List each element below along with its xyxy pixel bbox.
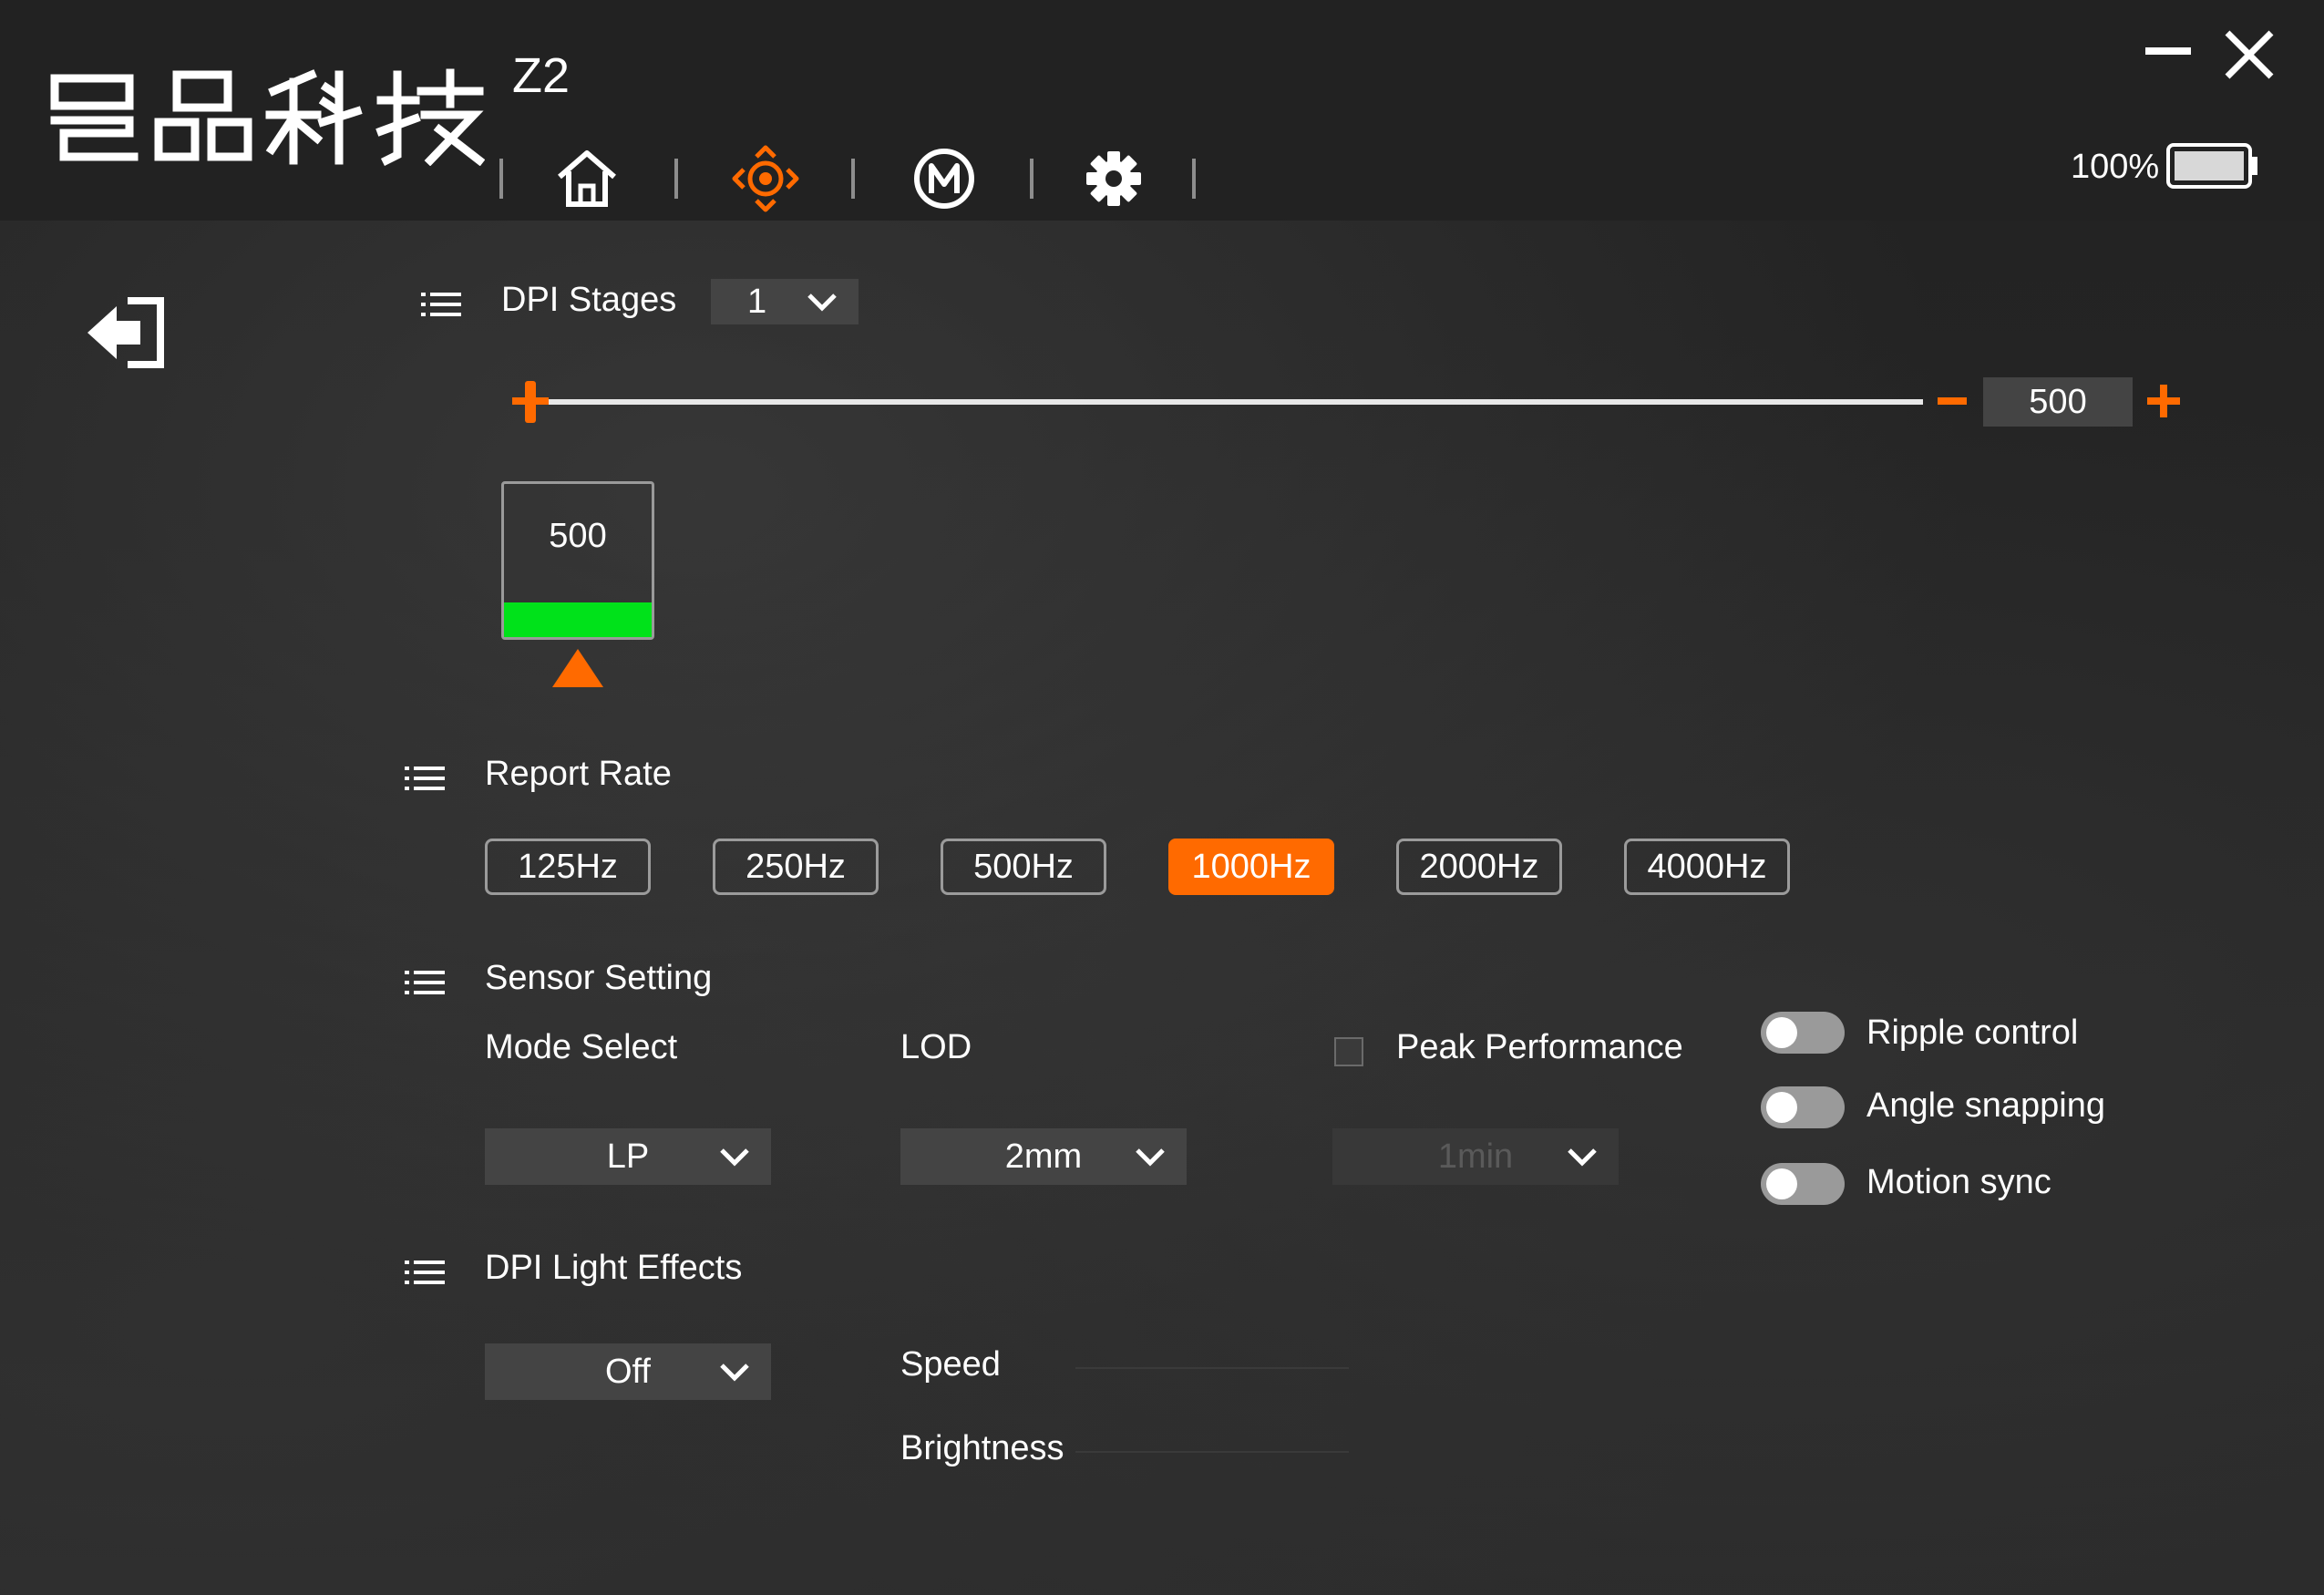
rate-4000hz-button[interactable]: 4000Hz bbox=[1624, 839, 1790, 895]
rate-125hz-button[interactable]: 125Hz bbox=[485, 839, 651, 895]
light-effect-value: Off bbox=[605, 1352, 651, 1391]
toggle-knob bbox=[1766, 1168, 1797, 1199]
speed-label: Speed bbox=[900, 1345, 1001, 1384]
battery-icon bbox=[2166, 143, 2257, 189]
move-arrows-icon[interactable] bbox=[731, 144, 800, 213]
chevron-down-icon bbox=[807, 293, 837, 312]
brightness-slider-track[interactable] bbox=[1075, 1451, 1349, 1453]
brand-logo bbox=[50, 68, 485, 166]
mode-select-dropdown[interactable]: LP bbox=[485, 1128, 771, 1185]
rate-2000hz-button[interactable]: 2000Hz bbox=[1396, 839, 1562, 895]
gear-icon[interactable] bbox=[1079, 144, 1148, 213]
rate-500hz-button[interactable]: 500Hz bbox=[941, 839, 1106, 895]
list-menu-icon bbox=[421, 293, 461, 316]
angle-snapping-label: Angle snapping bbox=[1866, 1086, 2105, 1125]
peak-performance-value: 1min bbox=[1437, 1137, 1514, 1176]
plus-icon[interactable] bbox=[2145, 381, 2182, 421]
content-area: DPI Stages 1 500 500 Report Rate 125Hz 2… bbox=[0, 221, 2324, 1595]
dpi-stage-color-bar bbox=[504, 602, 652, 637]
peak-performance-label: Peak Performance bbox=[1396, 1028, 1683, 1066]
home-icon[interactable] bbox=[552, 144, 622, 213]
chevron-down-icon bbox=[1568, 1148, 1597, 1167]
dpi-value-field[interactable]: 500 bbox=[1983, 377, 2133, 427]
chevron-down-icon bbox=[1136, 1148, 1165, 1167]
list-menu-icon bbox=[405, 767, 445, 790]
nav-divider bbox=[1192, 159, 1196, 199]
toggle-knob bbox=[1766, 1017, 1797, 1048]
dpi-slider-track[interactable] bbox=[527, 399, 1923, 405]
lod-label: LOD bbox=[900, 1028, 972, 1066]
chevron-down-icon bbox=[720, 1148, 749, 1167]
dpi-stage-card[interactable]: 500 bbox=[501, 481, 654, 640]
motion-sync-label: Motion sync bbox=[1866, 1163, 2051, 1201]
mode-select-label: Mode Select bbox=[485, 1028, 678, 1066]
close-icon[interactable] bbox=[2220, 26, 2278, 84]
speed-slider-track[interactable] bbox=[1075, 1367, 1349, 1369]
dpi-value-text: 500 bbox=[2029, 382, 2087, 421]
dpi-slider-handle[interactable] bbox=[510, 379, 550, 425]
nav-divider bbox=[851, 159, 855, 199]
chevron-down-icon bbox=[720, 1363, 749, 1382]
title-bar: Z2 100% bbox=[0, 0, 2324, 221]
minimize-icon[interactable] bbox=[2140, 26, 2198, 84]
peak-performance-checkbox[interactable] bbox=[1334, 1037, 1363, 1066]
light-effect-dropdown[interactable]: Off bbox=[485, 1343, 771, 1400]
dpi-stages-title: DPI Stages bbox=[501, 281, 677, 319]
macro-m-icon[interactable] bbox=[910, 144, 979, 213]
angle-snapping-toggle[interactable] bbox=[1761, 1086, 1845, 1128]
brightness-label: Brightness bbox=[900, 1429, 1064, 1467]
list-menu-icon bbox=[405, 1261, 445, 1284]
mode-select-value: LP bbox=[606, 1137, 650, 1176]
battery-percent: 100% bbox=[2071, 148, 2160, 186]
dpi-stage-value: 500 bbox=[549, 517, 607, 555]
lod-value: 2mm bbox=[1004, 1137, 1083, 1176]
motion-sync-toggle[interactable] bbox=[1761, 1163, 1845, 1205]
nav-divider bbox=[1030, 159, 1033, 199]
dpi-light-effects-title: DPI Light Effects bbox=[485, 1249, 743, 1287]
list-menu-icon bbox=[405, 971, 445, 994]
ripple-control-label: Ripple control bbox=[1866, 1014, 2079, 1052]
nav-divider bbox=[499, 159, 503, 199]
rate-250hz-button[interactable]: 250Hz bbox=[713, 839, 879, 895]
ripple-control-toggle[interactable] bbox=[1761, 1012, 1845, 1054]
dpi-stages-value: 1 bbox=[747, 282, 767, 321]
rate-1000hz-button[interactable]: 1000Hz bbox=[1168, 839, 1334, 895]
selected-stage-indicator-icon bbox=[552, 649, 603, 687]
lod-dropdown[interactable]: 2mm bbox=[900, 1128, 1187, 1185]
report-rate-title: Report Rate bbox=[485, 755, 672, 793]
sensor-setting-title: Sensor Setting bbox=[485, 959, 713, 997]
dpi-stages-select[interactable]: 1 bbox=[711, 279, 859, 324]
toggle-knob bbox=[1766, 1092, 1797, 1123]
minus-icon[interactable] bbox=[1936, 392, 1969, 410]
back-exit-icon[interactable] bbox=[84, 295, 168, 370]
model-name: Z2 bbox=[512, 48, 571, 103]
peak-performance-dropdown[interactable]: 1min bbox=[1332, 1128, 1619, 1185]
nav-divider bbox=[674, 159, 678, 199]
